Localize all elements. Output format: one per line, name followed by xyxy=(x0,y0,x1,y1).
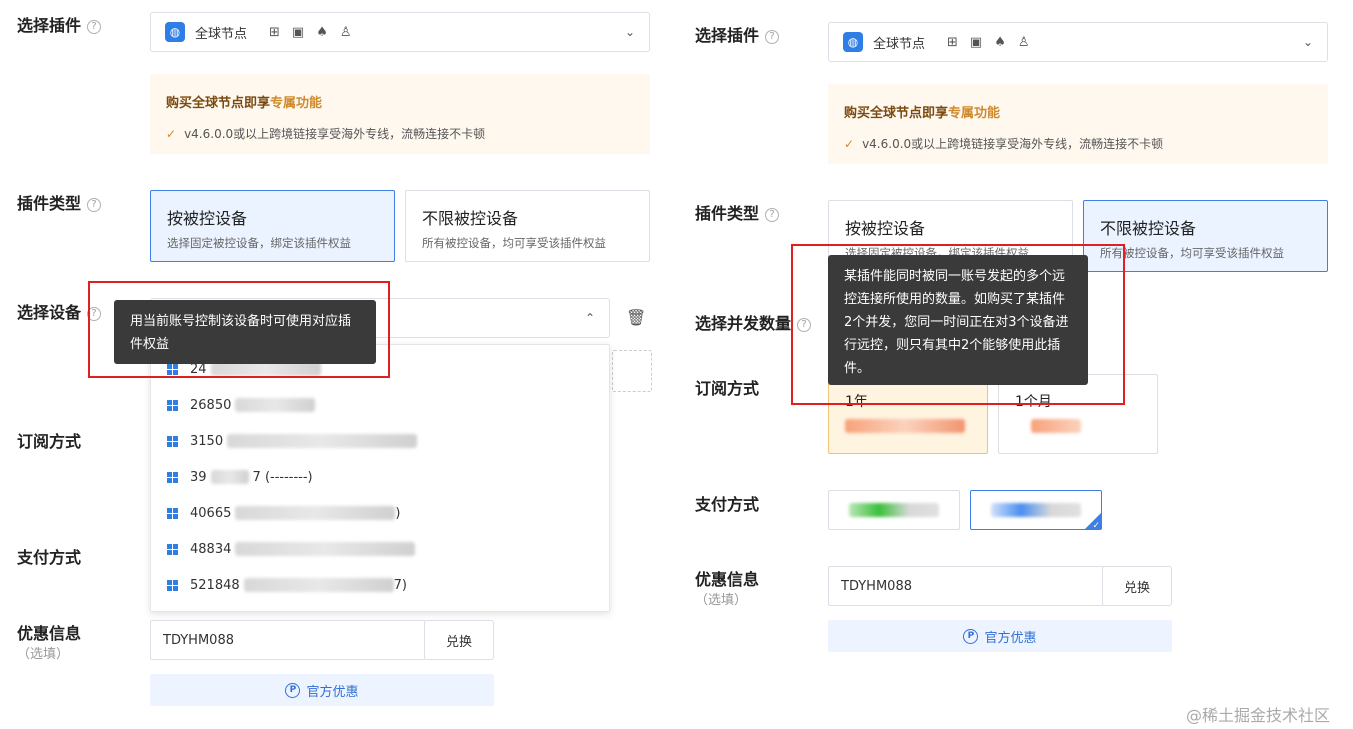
type-label: 插件类型? xyxy=(17,190,102,214)
linux-icon: ♙ xyxy=(1017,34,1030,50)
type-label: 插件类型? xyxy=(695,200,780,224)
chevron-down-icon: ⌄ xyxy=(1302,35,1313,49)
payment-label: 支付方式 xyxy=(17,548,82,567)
highlight-box xyxy=(88,281,390,378)
coupon-label: 优惠信息 xyxy=(695,570,760,589)
coupon-input[interactable]: TDYHM088 xyxy=(828,566,1104,606)
check-icon: ✓ xyxy=(844,137,855,151)
windows-icon xyxy=(167,543,178,555)
promo-banner: 购买全球节点即享专属功能 ✓ v4.6.0.0或以上跨境链接享受海外专线，流畅连接… xyxy=(150,74,650,154)
chevron-up-icon: ⌃ xyxy=(584,311,595,325)
coupon-p-icon: P xyxy=(285,682,301,698)
device-option[interactable]: 39 7 (--------) xyxy=(151,459,609,495)
plugin-label: 选择插件? xyxy=(695,22,780,46)
mac-icon: ▣ xyxy=(291,24,305,40)
windows-icon: ⊞ xyxy=(947,34,958,50)
mac-icon: ▣ xyxy=(969,34,983,50)
coupon-optional: （选填） xyxy=(695,593,748,608)
coupon-label: 优惠信息 xyxy=(17,624,82,643)
redeem-button[interactable]: 兑换 xyxy=(424,620,494,660)
type-option-unlimited-device[interactable]: 不限被控设备 所有被控设备，均可享受该插件权益 xyxy=(405,190,650,262)
subscribe-label: 订阅方式 xyxy=(17,432,82,451)
windows-icon xyxy=(167,435,178,447)
help-icon[interactable]: ? xyxy=(765,30,780,44)
device-option[interactable]: 40665) xyxy=(151,495,609,531)
watermark: @稀土掘金技术社区 xyxy=(1186,706,1331,725)
redeem-button[interactable]: 兑换 xyxy=(1102,566,1172,606)
check-icon: ✓ xyxy=(166,127,177,141)
windows-icon xyxy=(167,507,178,519)
coupon-input[interactable]: TDYHM088 xyxy=(150,620,426,660)
windows-icon xyxy=(167,399,178,411)
chevron-down-icon: ⌄ xyxy=(624,25,635,39)
type-option-bound-device[interactable]: 按被控设备 选择固定被控设备，绑定该插件权益 xyxy=(150,190,395,262)
plugin-select[interactable]: ◍ 全球节点 ⊞ ▣ ♠ ♙ ⌄ xyxy=(828,22,1328,62)
payment-option-alipay[interactable]: ✓ xyxy=(970,490,1102,531)
device-option[interactable]: 48834 xyxy=(151,531,609,567)
add-device-placeholder[interactable] xyxy=(612,350,652,392)
payment-option-wechat[interactable] xyxy=(828,490,960,530)
help-icon[interactable]: ? xyxy=(87,198,102,212)
help-icon[interactable]: ? xyxy=(87,20,102,34)
globe-icon: ◍ xyxy=(843,32,863,52)
windows-icon xyxy=(167,471,178,483)
check-icon: ✓ xyxy=(1092,521,1100,531)
plugin-select[interactable]: ◍ 全球节点 ⊞ ▣ ♠ ♙ ⌄ xyxy=(150,12,650,52)
device-option[interactable]: 26850 xyxy=(151,387,609,423)
promo-banner: 购买全球节点即享专属功能 ✓ v4.6.0.0或以上跨境链接享受海外专线，流畅连接… xyxy=(828,84,1328,164)
coupon-optional: （选填） xyxy=(17,647,70,662)
payment-label: 支付方式 xyxy=(695,495,760,514)
linux-icon: ♙ xyxy=(339,24,352,40)
trash-icon[interactable]: 🗑 xyxy=(626,308,646,327)
coupon-p-icon: P xyxy=(963,628,979,644)
device-option[interactable]: 521848 7) xyxy=(151,567,609,603)
android-icon: ♠ xyxy=(316,24,328,40)
highlight-box xyxy=(791,244,1125,405)
help-icon[interactable]: ? xyxy=(765,208,780,222)
windows-icon: ⊞ xyxy=(269,24,280,40)
globe-icon: ◍ xyxy=(165,22,185,42)
device-option[interactable]: 3150 xyxy=(151,423,609,459)
device-dropdown: 24 26850 3150 39 7 (--------) 40665) 4883… xyxy=(150,344,610,612)
subscribe-label: 订阅方式 xyxy=(695,379,760,398)
official-coupon-button[interactable]: P 官方优惠 xyxy=(828,620,1172,652)
windows-icon xyxy=(167,579,178,591)
plugin-label: 选择插件? xyxy=(17,12,102,36)
android-icon: ♠ xyxy=(994,34,1006,50)
official-coupon-button[interactable]: P 官方优惠 xyxy=(150,674,494,706)
